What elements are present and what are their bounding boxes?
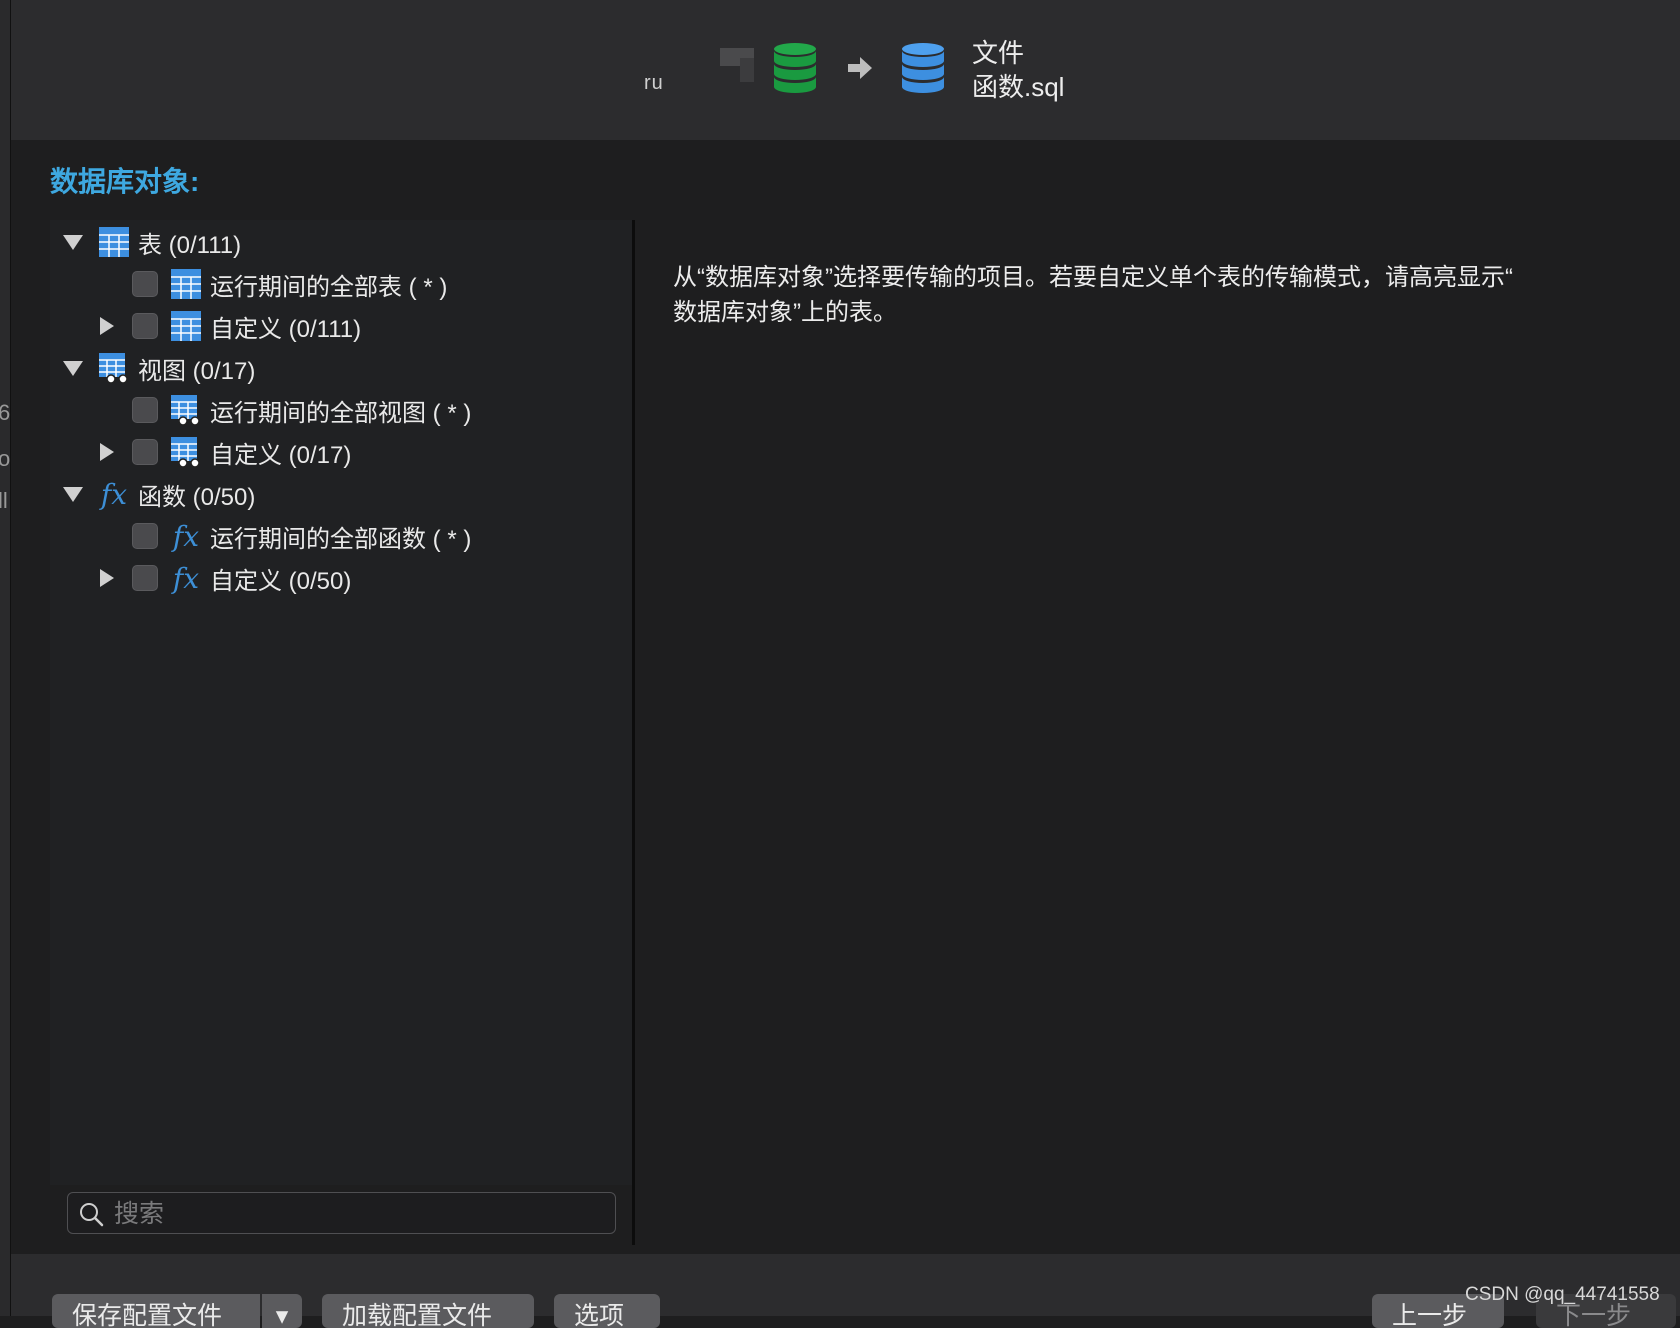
destination-type: 文件 (972, 38, 1025, 68)
tree-node-all-views[interactable]: 运行期间的全部视图 ( * ) (132, 392, 471, 428)
watermark-text: CSDN @qq_44741558 (1465, 1284, 1660, 1305)
tree-node-label: 表 (0/111) (138, 231, 242, 259)
load-profile-button[interactable]: 加载配置文件 (322, 1294, 534, 1328)
tree-node-label: 自定义 (0/111) (210, 315, 362, 343)
edge-fragment-text: o (0, 446, 11, 471)
table-icon (98, 226, 130, 258)
expand-right-icon[interactable] (96, 315, 118, 337)
destination-database-icon (902, 43, 944, 93)
custom-functions-checkbox[interactable] (132, 565, 158, 591)
pane-divider[interactable] (632, 220, 635, 1245)
expand-down-icon[interactable] (62, 231, 84, 253)
tree-node-views[interactable]: 视图 (0/17) (62, 350, 255, 386)
tree-node-functions[interactable]: fx 函数 (0/50) (62, 476, 255, 512)
source-connection-name: ru (644, 72, 664, 94)
tree-node-label: 函数 (0/50) (138, 483, 256, 511)
tree-node-label: 运行期间的全部表 ( * ) (210, 273, 448, 301)
function-icon: fx (172, 561, 200, 595)
edge-fragment-text: 6 (0, 400, 11, 425)
tree-node-label: 自定义 (0/17) (210, 441, 352, 469)
table-icon (170, 268, 202, 300)
tree-node-label: 视图 (0/17) (138, 357, 256, 385)
instructions-text: 从“数据库对象”选择要传输的项目。若要自定义单个表的传输模式，请高亮显示“ 数据… (673, 260, 1633, 330)
instructions-line: 数据库对象”上的表。 (673, 299, 897, 326)
tree-node-custom-views[interactable]: 自定义 (0/17) (96, 434, 351, 470)
search-field[interactable] (67, 1192, 616, 1234)
left-window-edge: 6 o ll (0, 0, 11, 1316)
tree-node-label: 运行期间的全部函数 ( * ) (210, 525, 472, 553)
function-icon: fx (172, 519, 200, 553)
expand-down-icon[interactable] (62, 483, 84, 505)
expand-right-icon[interactable] (96, 567, 118, 589)
edge-fragment-text: ll (0, 488, 8, 513)
tree-node-all-tables[interactable]: 运行期间的全部表 ( * ) (132, 266, 447, 302)
save-profile-button[interactable]: 保存配置文件 (52, 1294, 260, 1328)
custom-views-checkbox[interactable] (132, 439, 158, 465)
expand-down-icon[interactable] (62, 357, 84, 379)
tree-node-label: 运行期间的全部视图 ( * ) (210, 399, 472, 427)
search-input[interactable] (112, 1197, 606, 1231)
tree-node-tables[interactable]: 表 (0/111) (62, 224, 241, 260)
all-views-checkbox[interactable] (132, 397, 158, 423)
tree-node-label: 自定义 (0/50) (210, 567, 352, 595)
save-profile-menu-button[interactable]: ▾ (262, 1294, 302, 1328)
section-title: 数据库对象: (50, 166, 200, 197)
destination-file-name: 函数.sql (972, 72, 1065, 102)
custom-tables-checkbox[interactable] (132, 313, 158, 339)
tree-node-custom-functions[interactable]: fx 自定义 (0/50) (96, 560, 351, 596)
arrow-right-icon (848, 57, 872, 79)
view-icon (170, 436, 202, 468)
table-icon (170, 310, 202, 342)
source-database-icon (774, 43, 816, 93)
source-connection-mask (720, 48, 758, 84)
view-icon (98, 352, 130, 384)
tree-node-custom-tables[interactable]: 自定义 (0/111) (96, 308, 361, 344)
destination-label: 文件 函数.sql (972, 36, 1064, 104)
instructions-line: 从“数据库对象”选择要传输的项目。若要自定义单个表的传输模式，请高亮显示“ (673, 264, 1513, 291)
options-button[interactable]: 选项 (554, 1294, 660, 1328)
tree-node-all-functions[interactable]: fx 运行期间的全部函数 ( * ) (132, 518, 471, 554)
view-icon (170, 394, 202, 426)
function-icon: fx (100, 477, 128, 511)
all-tables-checkbox[interactable] (132, 271, 158, 297)
all-functions-checkbox[interactable] (132, 523, 158, 549)
search-icon (80, 1203, 104, 1227)
expand-right-icon[interactable] (96, 441, 118, 463)
